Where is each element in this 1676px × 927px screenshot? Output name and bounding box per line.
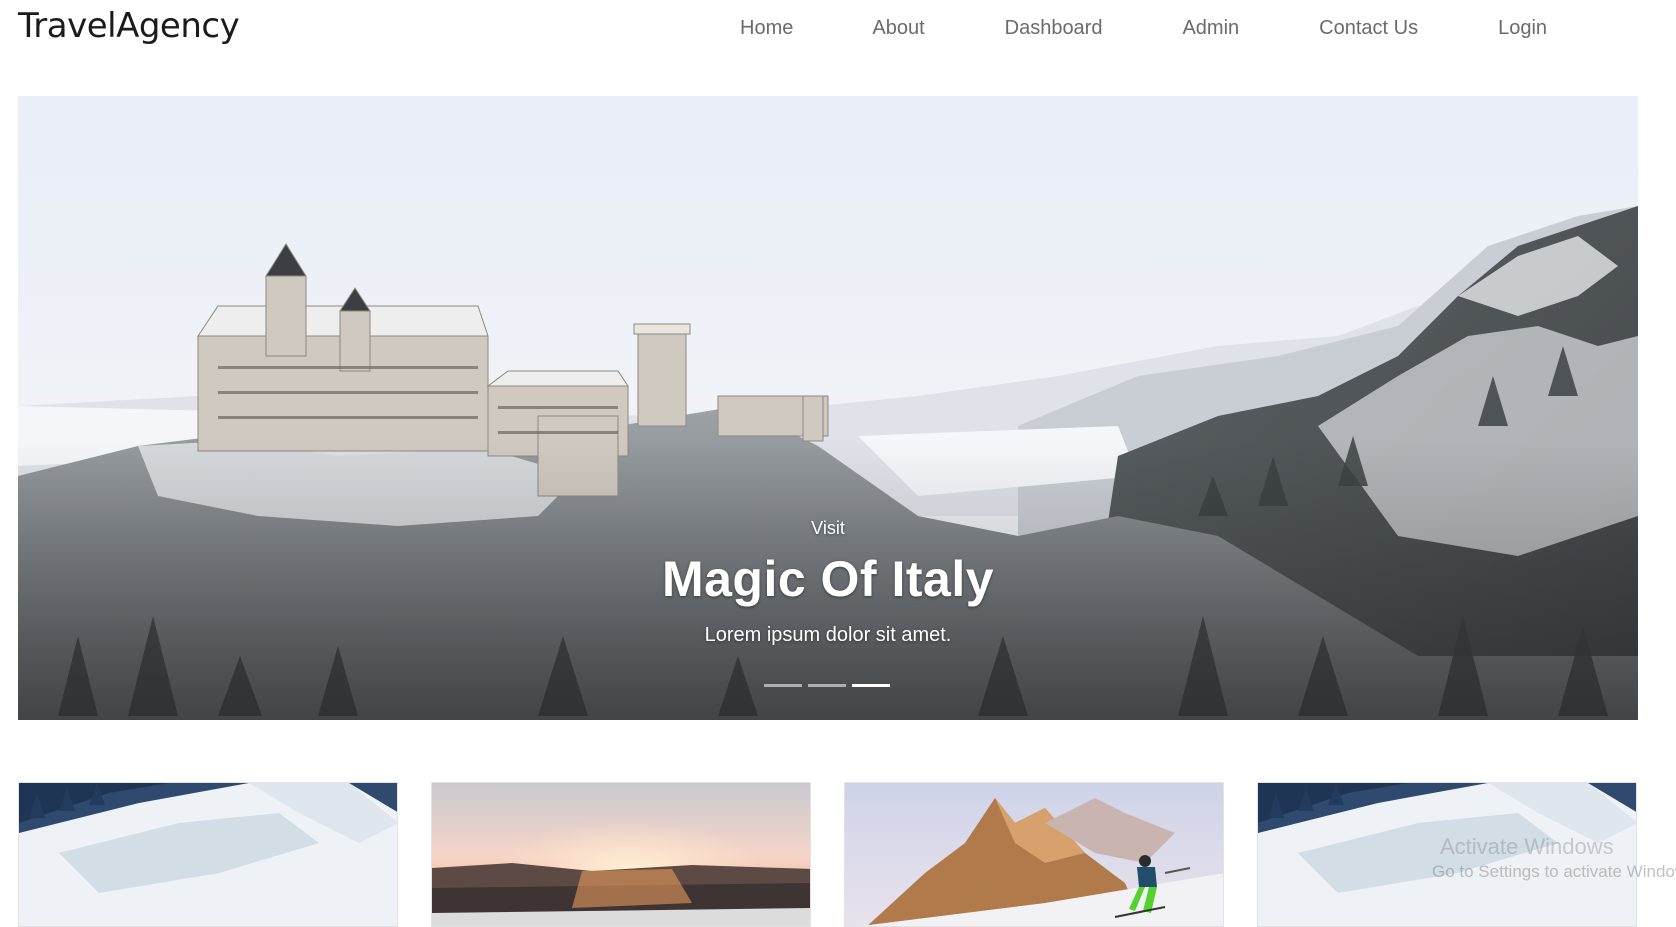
hero-carousel[interactable]: Visit Magic Of Italy Lorem ipsum dolor s…	[18, 96, 1638, 720]
nav-dashboard[interactable]: Dashboard	[1005, 17, 1103, 40]
nav-admin[interactable]: Admin	[1182, 17, 1239, 40]
card-image-snowy-mountain	[19, 783, 397, 926]
card-3[interactable]	[844, 782, 1224, 927]
carousel-indicator-2[interactable]	[808, 684, 846, 687]
nav-login[interactable]: Login	[1498, 17, 1547, 40]
hero-kicker: Visit	[811, 518, 845, 538]
carousel-indicators	[764, 684, 890, 687]
card-image-sunset-forest	[432, 783, 810, 926]
nav-home[interactable]: Home	[740, 17, 793, 40]
hero-title: Magic Of Italy	[661, 551, 995, 607]
card-image-skier	[845, 783, 1223, 926]
navbar: TravelAgency Home About Dashboard Admin …	[0, 0, 1676, 64]
brand-logo[interactable]: TravelAgency	[18, 6, 240, 46]
carousel-indicator-3[interactable]	[852, 684, 890, 687]
windows-activation-hint: Go to Settings to activate Windows.	[1432, 862, 1676, 881]
carousel-indicator-1[interactable]	[764, 684, 802, 687]
card-1[interactable]	[18, 782, 398, 927]
nav-about[interactable]: About	[872, 17, 924, 40]
nav-contact-us[interactable]: Contact Us	[1319, 17, 1418, 40]
windows-activation-title: Activate Windows	[1440, 834, 1614, 859]
card-2[interactable]	[431, 782, 811, 927]
hero-subtitle: Lorem ipsum dolor sit amet.	[704, 624, 952, 646]
nav-menu: Home About Dashboard Admin Contact Us Lo…	[740, 17, 1547, 40]
